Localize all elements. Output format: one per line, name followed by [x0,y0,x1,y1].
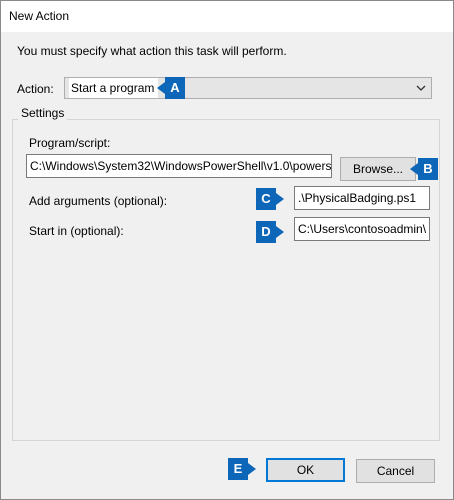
title-bar: New Action [1,1,453,32]
ok-button[interactable]: OK [266,458,345,482]
program-script-input[interactable]: C:\Windows\System32\WindowsPowerShell\v1… [26,154,332,178]
start-in-input[interactable]: C:\Users\contosoadmin\ [294,217,430,241]
action-label: Action: [17,82,54,96]
add-arguments-input[interactable]: .\PhysicalBadging.ps1 [294,186,430,210]
callout-b: B [410,158,438,180]
callout-e: E [228,458,256,480]
action-selected-value: Start a program [69,78,159,98]
start-in-label: Start in (optional): [29,224,124,238]
add-arguments-label: Add arguments (optional): [29,194,168,208]
program-script-label: Program/script: [29,136,111,150]
callout-d: D [256,221,284,243]
chevron-down-icon [416,85,426,91]
callout-a: A [157,77,185,99]
instruction-text: You must specify what action this task w… [17,44,287,58]
cancel-button[interactable]: Cancel [356,459,435,483]
action-dropdown[interactable]: Start a program [64,77,432,99]
window-title: New Action [9,9,70,23]
settings-legend: Settings [18,106,68,120]
callout-c: C [256,188,284,210]
browse-button[interactable]: Browse... [340,157,416,181]
new-action-dialog: New Action You must specify what action … [0,0,454,500]
